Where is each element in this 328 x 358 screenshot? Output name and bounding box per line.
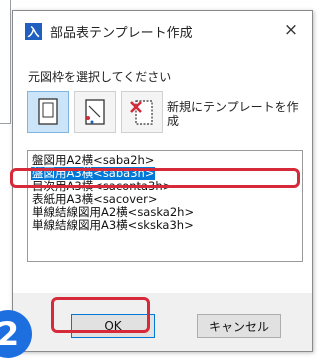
background-window-edge bbox=[0, 0, 11, 124]
app-icon: 入 bbox=[25, 23, 42, 40]
template-list-item[interactable]: 単線結線図用A3横<skska3h> bbox=[31, 219, 195, 232]
edit-frame-button[interactable] bbox=[74, 91, 116, 133]
ok-button-highlight bbox=[51, 297, 150, 333]
title-bar: 入 部品表テンプレート作成 × bbox=[13, 11, 312, 51]
new-template-label: 新規にテンプレートを作成 bbox=[167, 100, 299, 128]
delete-document-icon bbox=[130, 100, 153, 125]
select-frame-button[interactable] bbox=[27, 91, 69, 133]
pencil-document-icon bbox=[85, 99, 105, 125]
close-button[interactable]: × bbox=[280, 19, 302, 41]
dialog-title: 部品表テンプレート作成 bbox=[50, 26, 193, 41]
selected-item-highlight bbox=[10, 168, 300, 188]
delete-frame-button[interactable] bbox=[121, 91, 163, 133]
template-listbox[interactable]: 盤図用A2横<saba2h> 盤図用A3横<saba3h> 目次用A3横<sacon… bbox=[27, 150, 303, 262]
document-icon bbox=[38, 98, 58, 125]
select-frame-prompt: 元図枠を選択してください bbox=[28, 70, 172, 84]
cancel-button[interactable]: キャンセル bbox=[197, 314, 281, 338]
